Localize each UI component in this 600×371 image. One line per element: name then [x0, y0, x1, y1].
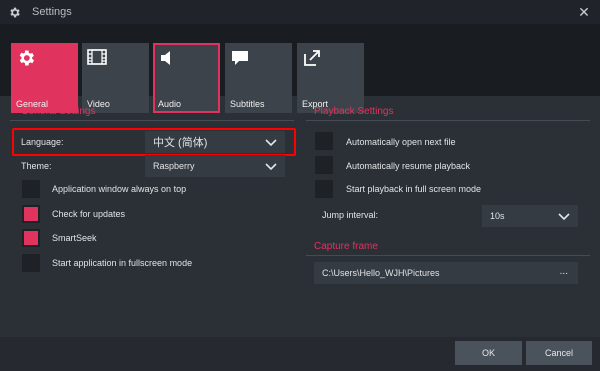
browse-button[interactable]: ... — [560, 266, 568, 277]
gear-icon — [8, 5, 22, 19]
check-updates-checkbox[interactable] — [22, 205, 40, 223]
tab-video[interactable]: Video — [82, 43, 149, 113]
window-title: Settings — [32, 6, 72, 18]
tab-audio[interactable]: Audio — [153, 43, 220, 113]
speaker-icon — [158, 48, 178, 68]
jump-interval-label: Jump interval: — [322, 210, 379, 220]
chevron-down-icon — [558, 213, 570, 221]
fullscreen-start-checkbox[interactable] — [22, 254, 40, 272]
smartseek-checkbox[interactable] — [22, 229, 40, 247]
language-highlight — [12, 128, 296, 156]
check-updates-label: Check for updates — [52, 209, 126, 219]
jump-interval-value: 10s — [490, 211, 505, 221]
capture-frame-title: Capture frame — [314, 241, 378, 252]
playback-divider — [306, 120, 590, 121]
smartseek-label: SmartSeek — [52, 233, 97, 243]
capture-path-value: C:\Users\Hello_WJH\Pictures — [322, 268, 440, 278]
tab-strip: General Video Audio Subtitles Export — [0, 24, 600, 113]
fullscreen-playback-checkbox[interactable] — [315, 180, 333, 198]
close-button[interactable]: ✕ — [574, 2, 594, 22]
cancel-button[interactable]: Cancel — [526, 341, 592, 365]
always-on-top-checkbox[interactable] — [22, 180, 40, 198]
tab-subtitles-label: Subtitles — [230, 99, 265, 109]
gear-icon — [16, 48, 36, 68]
film-icon — [87, 48, 107, 68]
resume-playback-label: Automatically resume playback — [346, 161, 471, 171]
theme-dropdown[interactable]: Raspberry — [145, 155, 285, 177]
general-settings-title: General Settings — [21, 106, 96, 117]
settings-window: Settings ✕ General Video Audio Subtitles… — [0, 0, 600, 371]
theme-label: Theme: — [21, 161, 52, 171]
fullscreen-start-label: Start application in fullscreen mode — [52, 258, 193, 268]
tab-general[interactable]: General — [11, 43, 78, 113]
resume-playback-checkbox[interactable] — [315, 156, 333, 174]
ok-button[interactable]: OK — [455, 341, 522, 365]
capture-path-field[interactable]: C:\Users\Hello_WJH\Pictures ... — [314, 262, 578, 284]
title-bar: Settings ✕ — [0, 0, 600, 24]
fullscreen-playback-label: Start playback in full screen mode — [346, 184, 482, 194]
always-on-top-label: Application window always on top — [52, 184, 187, 194]
chevron-down-icon — [265, 163, 277, 171]
export-icon — [302, 48, 322, 68]
tab-subtitles[interactable]: Subtitles — [225, 43, 292, 113]
speech-bubble-icon — [230, 48, 250, 68]
tab-export[interactable]: Export — [297, 43, 364, 113]
open-next-checkbox[interactable] — [315, 132, 333, 150]
general-divider — [10, 120, 294, 121]
tab-audio-label: Audio — [158, 99, 182, 109]
jump-interval-dropdown[interactable]: 10s — [482, 205, 578, 227]
open-next-label: Automatically open next file — [346, 137, 456, 147]
capture-divider — [306, 255, 590, 256]
playback-settings-title: Playback Settings — [314, 106, 394, 117]
theme-value: Raspberry — [153, 161, 195, 171]
